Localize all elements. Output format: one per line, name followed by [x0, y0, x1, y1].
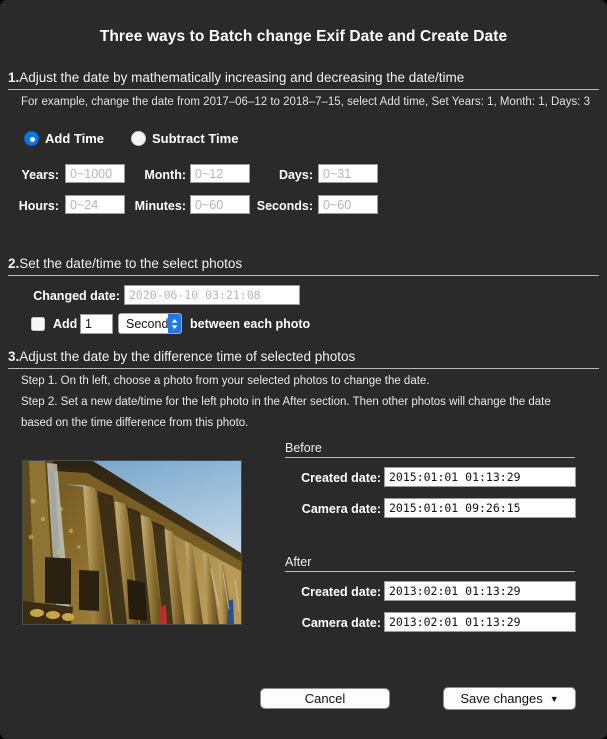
input-seconds[interactable]	[318, 195, 378, 214]
save-changes-button-label: Save changes	[460, 691, 543, 706]
radio-subtract-time[interactable]	[131, 131, 146, 146]
checkbox-add-interval[interactable]	[31, 317, 45, 331]
section-3-divider	[8, 368, 599, 369]
label-hours: Hours:	[18, 199, 59, 213]
label-days: Days:	[278, 168, 313, 182]
step-2-text: Step 2. Set a new date/time for the left…	[21, 396, 551, 408]
label-minutes: Minutes:	[134, 199, 186, 213]
section-1-heading: 1.Adjust the date by mathematically incr…	[8, 70, 464, 85]
input-month[interactable]	[190, 164, 250, 183]
save-changes-button[interactable]: Save changes ▼	[443, 687, 576, 710]
input-days[interactable]	[318, 164, 378, 183]
label-add-interval: Add	[53, 317, 78, 331]
cancel-button-label: Cancel	[304, 691, 346, 706]
section-3-heading: 3.Adjust the date by the difference time…	[8, 349, 355, 364]
label-seconds: Seconds:	[256, 199, 313, 213]
label-after-created-date: Created date:	[301, 585, 381, 599]
temple-photo-image	[23, 461, 241, 624]
section-3-number: 3.	[8, 349, 20, 364]
section-2-number: 2.	[8, 256, 20, 271]
input-before-created-date[interactable]	[384, 467, 576, 487]
input-after-camera-date[interactable]	[384, 612, 576, 632]
step-2-continued-text: based on the time difference from this p…	[21, 417, 249, 429]
step-1-text: Step 1. On th left, choose a photo from …	[21, 375, 430, 387]
input-changed-date[interactable]	[124, 285, 300, 305]
section-1-heading-text: Adjust the date by mathematically increa…	[19, 70, 465, 85]
section-1-divider	[8, 89, 599, 90]
dialog-title: Three ways to Batch change Exif Date and…	[99, 28, 508, 45]
label-month: Month:	[144, 168, 186, 182]
after-group-divider	[285, 571, 575, 572]
input-after-created-date[interactable]	[384, 581, 576, 601]
chevron-down-icon: ▼	[549, 693, 559, 704]
batch-exif-date-dialog: Three ways to Batch change Exif Date and…	[0, 0, 607, 739]
after-group-heading: After	[285, 555, 312, 569]
chevron-updown-icon	[168, 314, 181, 333]
radio-add-time[interactable]	[24, 131, 39, 146]
select-interval-unit-value: Second	[126, 316, 169, 331]
section-1-hint: For example, change the date from 2017–0…	[21, 96, 590, 108]
label-before-created-date: Created date:	[301, 471, 381, 485]
section-2-heading: 2.Set the date/time to the select photos	[8, 256, 242, 271]
selected-photo-thumbnail[interactable]	[22, 460, 242, 625]
select-interval-unit[interactable]: Second	[118, 313, 182, 334]
radio-subtract-time-label[interactable]: Subtract Time	[152, 131, 238, 146]
input-interval-amount[interactable]	[80, 314, 113, 334]
label-years: Years:	[21, 168, 59, 182]
section-2-divider	[8, 275, 599, 276]
label-between-each-photo: between each photo	[190, 317, 311, 331]
label-after-camera-date: Camera date:	[301, 616, 381, 630]
before-group-divider	[285, 457, 575, 458]
input-years[interactable]	[65, 164, 125, 183]
section-1-number: 1.	[8, 70, 20, 85]
input-hours[interactable]	[65, 195, 125, 214]
label-changed-date: Changed date:	[33, 289, 120, 303]
label-before-camera-date: Camera date:	[301, 502, 381, 516]
input-before-camera-date[interactable]	[384, 498, 576, 518]
before-group-heading: Before	[285, 441, 322, 455]
section-2-heading-text: Set the date/time to the select photos	[19, 256, 243, 271]
radio-add-time-label[interactable]: Add Time	[45, 131, 104, 146]
cancel-button[interactable]: Cancel	[260, 688, 390, 709]
section-3-heading-text: Adjust the date by the difference time o…	[19, 349, 356, 364]
